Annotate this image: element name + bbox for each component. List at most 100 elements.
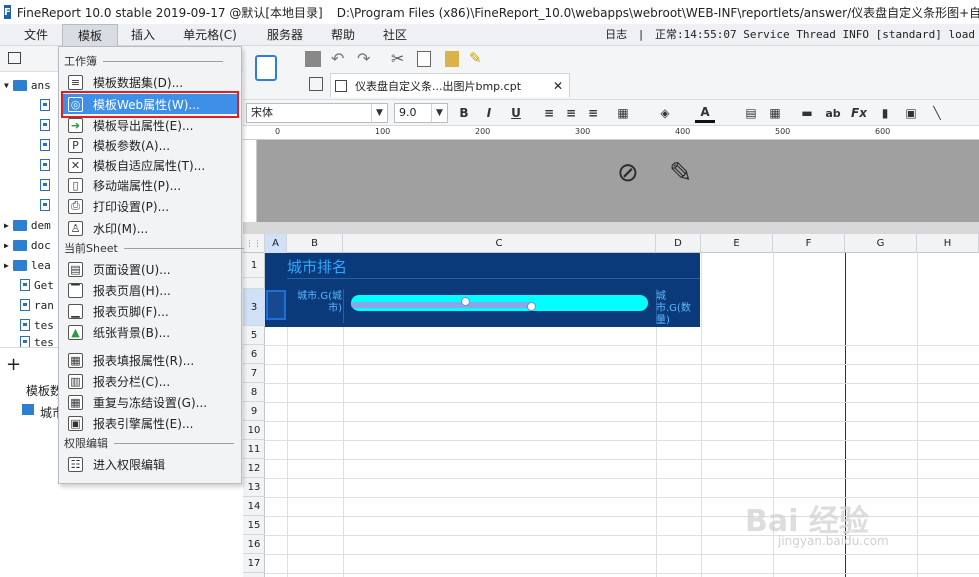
menu-item-columns[interactable]: ▥ 报表分栏(C)... [63,371,237,391]
gauge-knob[interactable] [527,302,536,311]
row-header-item[interactable]: 1 [243,253,265,278]
row-header-item[interactable]: 9 [243,402,265,421]
spreadsheet-grid[interactable]: 城市排名 城市.G(城市) 城市.G(数量) [265,253,979,577]
row-header-item[interactable]: 11 [243,440,265,459]
menu-help[interactable]: 帮助 [320,24,366,46]
menu-item-permission-edit[interactable]: ☷ 进入权限编辑 [63,454,237,474]
number-cell[interactable]: 城市.G(数量) [656,291,700,327]
menu-item-export-attr[interactable]: ➜ 模板导出属性(E)... [63,115,237,135]
grid-view-icon[interactable] [309,77,323,91]
text-icon[interactable]: ab [823,103,843,123]
menu-item-footer[interactable]: ▁ 报表页脚(F)... [63,301,237,321]
menu-item-dataset[interactable]: ≡ 模板数据集(D)... [63,72,237,92]
save-icon[interactable] [305,51,321,67]
menu-item-watermark[interactable]: ♙ 水印(M)... [63,218,237,238]
row-header-item[interactable]: 3 [243,289,265,326]
log-label[interactable]: 日志 [605,28,627,41]
tree-item[interactable]: tes [20,332,54,347]
menu-item-adaptive[interactable]: ✕ 模板自适应属性(T)... [63,155,237,175]
merge-icon[interactable]: ▤ [741,103,761,123]
row-header-item[interactable]: 17 [243,554,265,573]
tree-item[interactable]: Get [20,275,54,295]
gauge-bar[interactable] [351,295,648,311]
tree-item[interactable] [40,155,54,175]
tree-item[interactable]: ran [20,295,54,315]
selected-cell[interactable] [266,290,286,320]
menu-item-print[interactable]: ⎙ 打印设置(P)... [63,196,237,216]
menu-item-engine[interactable]: ▣ 报表引擎属性(E)... [63,413,237,433]
gauge-knob[interactable] [461,297,470,306]
insert-row-icon[interactable]: ▬ [797,103,817,123]
slash-icon[interactable]: ╲ [927,103,947,123]
image-icon[interactable]: ▣ [901,103,921,123]
tree-item[interactable]: ▼ ans [4,75,51,95]
row-header-item[interactable]: 7 [243,364,265,383]
menu-cell[interactable]: 单元格(C) [172,24,248,46]
chart-icon[interactable]: ▮ [875,103,895,123]
select-all-icon[interactable]: ⋮⋮ [243,234,265,253]
tree-item[interactable] [40,95,54,115]
align-center-icon[interactable]: ≡ [561,103,581,123]
column-header-E[interactable]: E [701,234,773,253]
add-icon[interactable]: + [6,356,21,374]
column-header-F[interactable]: F [773,234,845,253]
edit-icon[interactable]: ✎ [669,156,692,189]
row-header-item[interactable]: 15 [243,516,265,535]
tree-item[interactable] [40,175,54,195]
row-header-item[interactable]: 8 [243,383,265,402]
cut-icon[interactable]: ✂ [391,49,404,68]
font-color-icon[interactable]: A [695,103,715,123]
column-header-D[interactable]: D [656,234,701,253]
row-header-item[interactable]: 12 [243,459,265,478]
menu-template[interactable]: 模板 [62,24,118,46]
menu-item-page-setup[interactable]: ▤ 页面设置(U)... [63,259,237,279]
font-family-select[interactable]: 宋体 ▼ [246,103,388,123]
format-painter-icon[interactable]: ✎ [469,49,482,67]
close-tab-icon[interactable]: ✕ [553,79,563,93]
bold-icon[interactable]: B [454,103,474,123]
tree-item[interactable] [40,115,54,135]
undo-icon[interactable]: ↶ [331,49,344,68]
row-header-item[interactable]: 14 [243,497,265,516]
row-header-item[interactable]: 6 [243,345,265,364]
hide-icon[interactable]: ⊘ [617,158,639,188]
menu-item-background[interactable]: ▲ 纸张背景(B)... [63,322,237,342]
menu-item-freeze[interactable]: ▦ 重复与冻结设置(G)... [63,392,237,412]
city-cell[interactable]: 城市.G(城市) [287,291,342,315]
tree-item[interactable]: ▶ dem [4,215,51,235]
paste-icon[interactable] [445,51,459,67]
menu-item-mobile[interactable]: ▯ 移动端属性(P)... [63,175,237,195]
font-size-select[interactable]: 9.0 ▼ [394,103,448,123]
table-icon[interactable]: ▦ [765,103,785,123]
column-header-C[interactable]: C [343,234,656,253]
formula-icon[interactable]: Fx [849,103,869,123]
tree-item[interactable]: ▶ lea [4,255,51,275]
tree-item[interactable] [40,135,54,155]
report-title-cell[interactable]: 城市排名 [287,256,347,277]
tree-item[interactable] [40,195,54,215]
document-tab[interactable]: 仪表盘自定义条...出图片bmp.cpt ✕ [330,73,570,97]
row-header-item[interactable]: 10 [243,421,265,440]
menu-community[interactable]: 社区 [372,24,418,46]
row-header-item[interactable]: 16 [243,535,265,554]
row-header-item[interactable] [243,278,265,289]
border-icon[interactable]: ▦ [613,103,633,123]
menu-item-fill-report[interactable]: ▦ 报表填报属性(R)... [63,350,237,370]
copy-icon[interactable] [417,51,431,67]
tree-item[interactable]: ▶ doc [4,235,51,255]
column-header-B[interactable]: B [287,234,343,253]
redo-icon[interactable]: ↷ [357,49,370,68]
italic-icon[interactable]: I [479,103,499,123]
menu-file[interactable]: 文件 [12,24,60,46]
align-left-icon[interactable]: ≡ [539,103,559,123]
column-header-G[interactable]: G [845,234,917,253]
menu-item-header[interactable]: ▔ 报表页眉(H)... [63,280,237,300]
new-folder-icon[interactable] [8,52,21,64]
column-header-A[interactable]: A [265,234,287,253]
row-header-item[interactable]: 5 [243,326,265,345]
menu-item-parameter[interactable]: P 模板参数(A)... [63,135,237,155]
menu-server[interactable]: 服务器 [256,24,314,46]
menu-insert[interactable]: 插入 [118,24,168,46]
row-header-item[interactable]: 13 [243,478,265,497]
column-header-H[interactable]: H [917,234,979,253]
